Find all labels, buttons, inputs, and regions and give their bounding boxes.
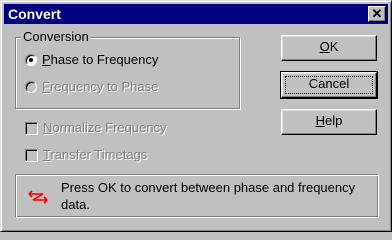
convert-dialog: Convert ✕ Conversion Phase to Frequency … <box>0 0 392 232</box>
cancel-button[interactable]: Cancel <box>280 71 378 99</box>
conversion-group-label: Conversion <box>21 29 91 45</box>
ok-button[interactable]: OK <box>281 35 377 61</box>
checkbox-icon <box>25 149 38 162</box>
help-button[interactable]: Help <box>281 109 377 135</box>
convert-arrows-icon <box>28 190 48 204</box>
close-button[interactable]: ✕ <box>368 6 386 22</box>
normalize-frequency-label: Normalize Frequency <box>43 120 167 135</box>
frequency-to-phase-label: Frequency to Phase <box>42 79 159 94</box>
info-message: Press OK to convert between phase and fr… <box>61 180 356 212</box>
radio-selected-icon <box>25 54 37 66</box>
transfer-timetags-label: Transfer Timetags <box>43 147 148 162</box>
info-panel: Press OK to convert between phase and fr… <box>15 174 379 218</box>
radio-unselected-icon <box>25 81 37 93</box>
phase-to-frequency-label: Phase to Frequency <box>42 52 159 67</box>
close-icon: ✕ <box>371 6 383 21</box>
window-title: Convert <box>8 6 61 22</box>
conversion-group: Conversion Phase to Frequency Frequency … <box>15 29 240 109</box>
checkbox-icon <box>25 122 38 135</box>
title-bar[interactable]: Convert ✕ <box>4 4 388 24</box>
